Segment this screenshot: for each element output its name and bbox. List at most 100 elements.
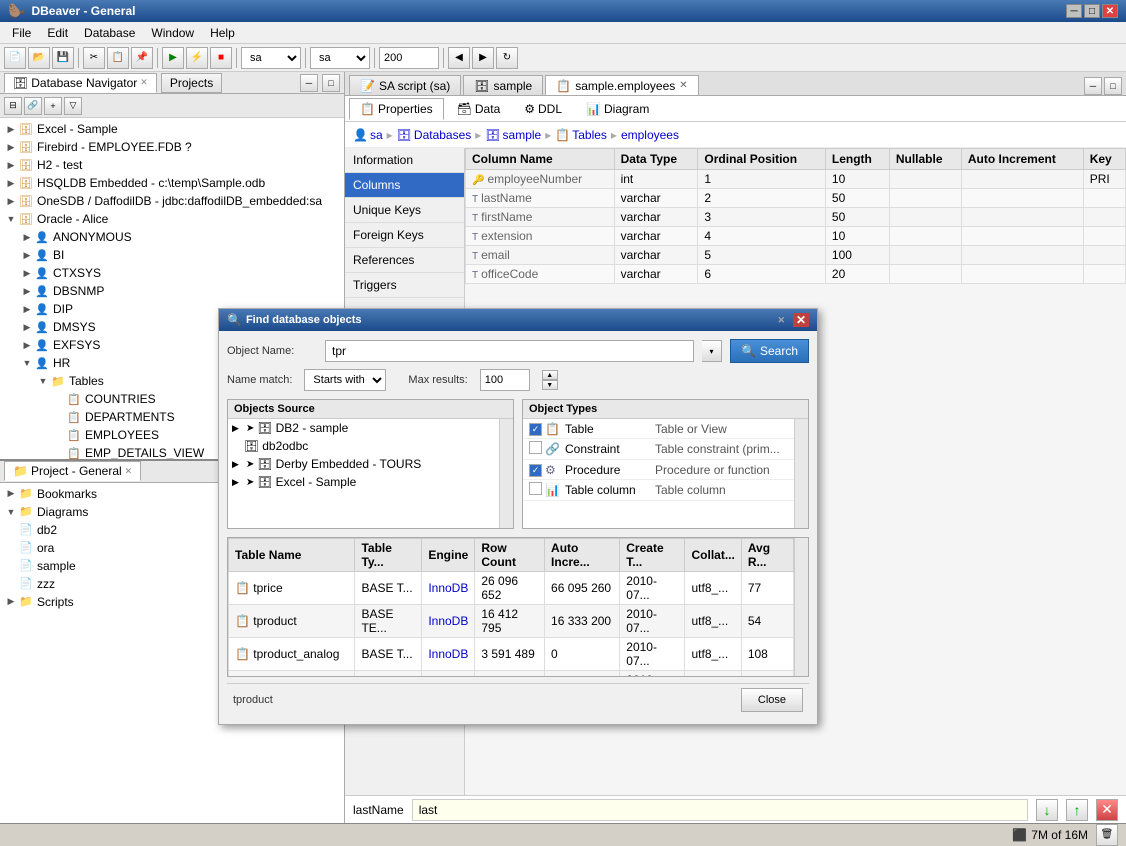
dialog-close-button[interactable]: ✕ [793, 313, 809, 327]
result-row-tproduct-replace[interactable]: 📋 tproduct_replace BASE T... InnoDB 4 87… [229, 671, 794, 677]
res-type: BASE TE... [355, 605, 422, 638]
res-header-type[interactable]: Table Ty... [355, 539, 422, 572]
res-name: 📋 tproduct_replace [229, 671, 355, 677]
object-name-input[interactable] [325, 340, 694, 362]
res-type: BASE T... [355, 671, 422, 677]
checkbox-constraint[interactable] [529, 441, 542, 454]
source-db-icon: 🗄 [244, 439, 259, 453]
checkbox-table[interactable]: ✓ [529, 423, 542, 436]
find-database-objects-dialog: 🔍 Find database objects ✕ ✕ Object Name:… [218, 308, 818, 725]
name-match-select[interactable]: Starts with Contains Ends with Exact [304, 369, 386, 391]
source-db2odbc[interactable]: 🗄 db2odbc [228, 437, 499, 455]
objects-source-title: Objects Source [228, 400, 513, 419]
spinner-down[interactable]: ▼ [542, 380, 558, 390]
checkbox-tablecolumn[interactable] [529, 482, 542, 495]
table-type-icon: 📋 [545, 422, 565, 436]
name-match-label: Name match: [227, 374, 292, 386]
type-table-check[interactable]: ✓ [529, 421, 545, 436]
res-autoinc: 0 [545, 671, 620, 677]
procedure-type-icon: ⚙ [545, 463, 565, 477]
res-autoinc: 66 095 260 [545, 572, 620, 605]
dialog-options-row: Name match: Starts with Contains Ends wi… [227, 369, 809, 391]
results-scrollbar[interactable] [794, 538, 808, 676]
types-scrollbar[interactable] [794, 419, 808, 528]
type-tablecolumn-check[interactable] [529, 482, 545, 498]
res-avgrow: 54 [741, 605, 793, 638]
res-header-engine[interactable]: Engine [422, 539, 475, 572]
dialog-title-bar: 🔍 Find database objects ✕ ✕ [219, 309, 817, 331]
max-results-spinner: ▲ ▼ [542, 370, 558, 390]
res-type: BASE T... [355, 638, 422, 671]
result-row-tprice[interactable]: 📋 tprice BASE T... InnoDB 26 096 652 66 … [229, 572, 794, 605]
res-avgrow: 77 [741, 572, 793, 605]
type-procedure-check[interactable]: ✓ [529, 462, 545, 477]
sources-and-types: Objects Source ▶ ➤ 🗄 DB2 - sample 🗄 [227, 399, 809, 529]
object-name-label: Object Name: [227, 345, 317, 357]
expand-icon: ▶ [232, 423, 246, 434]
source-db2-sample[interactable]: ▶ ➤ 🗄 DB2 - sample [228, 419, 499, 437]
result-row-tproduct[interactable]: 📋 tproduct BASE TE... InnoDB 16 412 795 … [229, 605, 794, 638]
constraint-type-icon: 🔗 [545, 442, 565, 456]
dialog-close-button[interactable]: Close [741, 688, 803, 712]
results-table-wrapper: Table Name Table Ty... Engine Row Count … [228, 538, 794, 676]
type-procedure-row[interactable]: ✓ ⚙ Procedure Procedure or function [523, 460, 794, 480]
find-dialog-overlay: 🔍 Find database objects ✕ ✕ Object Name:… [0, 0, 1126, 845]
source-excel[interactable]: ▶ ➤ 🗄 Excel - Sample [228, 473, 499, 491]
sources-tree[interactable]: ▶ ➤ 🗄 DB2 - sample 🗄 db2odbc ▶ [228, 419, 499, 528]
types-panel-content: ✓ 📋 Table Table or View 🔗 [523, 419, 808, 528]
object-name-dropdown[interactable]: ▾ [702, 340, 722, 362]
type-table-desc: Table or View [655, 422, 788, 436]
results-table: Table Name Table Ty... Engine Row Count … [228, 538, 794, 676]
res-engine[interactable]: InnoDB [422, 638, 475, 671]
source-derby[interactable]: ▶ ➤ 🗄 Derby Embedded - TOURS [228, 455, 499, 473]
max-results-label: Max results: [408, 374, 467, 386]
source-db-icon: 🗄 [257, 475, 272, 489]
source-arrow-icon: ➤ [246, 423, 254, 434]
type-constraint-check[interactable] [529, 441, 545, 457]
res-engine[interactable]: InnoDB [422, 605, 475, 638]
res-rowcount: 26 096 652 [475, 572, 545, 605]
res-header-rowcount[interactable]: Row Count [475, 539, 545, 572]
dialog-title-text: Find database objects [246, 314, 778, 326]
checkbox-procedure[interactable]: ✓ [529, 464, 542, 477]
results-scroll-area[interactable]: Table Name Table Ty... Engine Row Count … [228, 538, 808, 676]
dialog-status-text: tproduct [233, 694, 273, 706]
types-list: ✓ 📋 Table Table or View 🔗 [523, 419, 794, 528]
res-header-createtime[interactable]: Create T... [620, 539, 685, 572]
type-table-name: Table [565, 422, 655, 436]
res-engine[interactable]: InnoDB [422, 671, 475, 677]
res-rowcount: 3 591 489 [475, 638, 545, 671]
type-table-row[interactable]: ✓ 📋 Table Table or View [523, 419, 794, 439]
type-constraint-desc: Table constraint (prim... [655, 442, 788, 456]
res-collation: utf8_... [685, 572, 741, 605]
res-collation: utf8_... [685, 605, 741, 638]
search-icon: 🔍 [741, 344, 756, 358]
expand-icon: ▶ [232, 477, 246, 488]
res-header-avgrow[interactable]: Avg R... [741, 539, 793, 572]
result-row-tproduct-analog[interactable]: 📋 tproduct_analog BASE T... InnoDB 3 591… [229, 638, 794, 671]
sources-scrollbar[interactable] [499, 419, 513, 528]
source-arrow-icon: ➤ [246, 459, 254, 470]
dialog-title-icon: 🔍 [227, 313, 242, 327]
res-autoinc: 16 333 200 [545, 605, 620, 638]
results-area: Table Name Table Ty... Engine Row Count … [227, 537, 809, 677]
type-tablecolumn-desc: Table column [655, 483, 788, 497]
dialog-footer: tproduct Close [227, 683, 809, 716]
res-header-autoinc[interactable]: Auto Incre... [545, 539, 620, 572]
spinner-up[interactable]: ▲ [542, 370, 558, 380]
dialog-body: Object Name: ▾ 🔍 Search Name match: Star… [219, 331, 817, 724]
res-rowcount: 16 412 795 [475, 605, 545, 638]
max-results-input[interactable] [480, 369, 530, 391]
res-header-name[interactable]: Table Name [229, 539, 355, 572]
type-tablecolumn-row[interactable]: 📊 Table column Table column [523, 480, 794, 501]
res-createtime: 2010-07... [620, 572, 685, 605]
res-engine[interactable]: InnoDB [422, 572, 475, 605]
type-tablecolumn-name: Table column [565, 483, 655, 497]
res-createtime: 2010-07... [620, 671, 685, 677]
res-collation: utf8_... [685, 638, 741, 671]
res-type: BASE T... [355, 572, 422, 605]
dialog-tab-close-icon[interactable]: ✕ [777, 315, 785, 326]
res-header-collation[interactable]: Collat... [685, 539, 741, 572]
type-constraint-row[interactable]: 🔗 Constraint Table constraint (prim... [523, 439, 794, 460]
search-button[interactable]: 🔍 Search [730, 339, 809, 363]
